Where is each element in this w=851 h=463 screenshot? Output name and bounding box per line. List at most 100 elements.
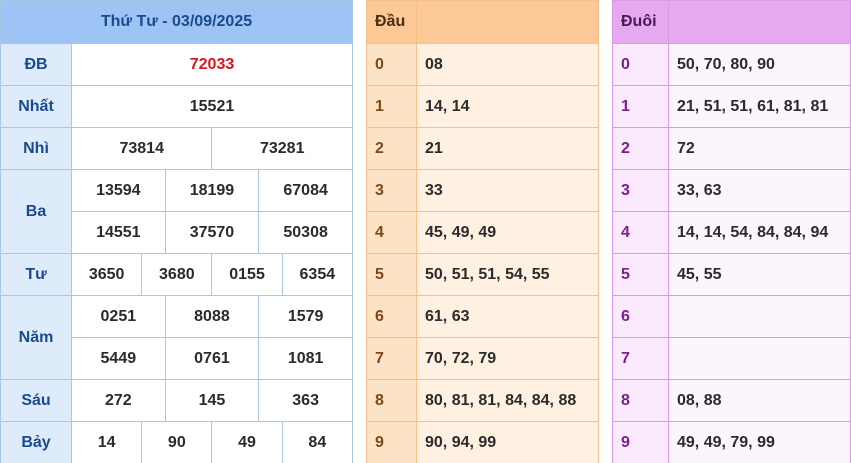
dau-row: 0 08 [366, 43, 599, 86]
prize-row-bay: Bảy 14 90 49 84 [0, 421, 354, 463]
dau-key: 7 [366, 337, 417, 380]
prize-ba-number: 67084 [258, 169, 353, 212]
duoi-key: 0 [612, 43, 669, 86]
prize-row-ba: Ba 13594 18199 67084 [0, 169, 353, 254]
duoi-value [668, 295, 851, 338]
prize-nam-number: 8088 [164, 295, 260, 338]
prize-nam-number: 0251 [71, 295, 166, 338]
lottery-results-page: Thứ Tư - 03/09/2025 ĐB 72033 Nhất 15521 … [0, 0, 851, 463]
duoi-row: 3 33, 63 [612, 169, 851, 212]
prize-nhi-number: 73814 [70, 127, 213, 170]
dau-value: 08 [416, 43, 599, 86]
dau-key: 5 [366, 253, 417, 296]
dau-value: 80, 81, 81, 84, 84, 88 [416, 379, 599, 422]
dau-key: 8 [366, 379, 417, 422]
prize-ba-number: 50308 [258, 211, 353, 254]
duoi-table: Đuôi 0 50, 70, 80, 90 1 21, 51, 51, 61, 81… [612, 0, 851, 463]
prize-sau-number: 272 [71, 379, 166, 422]
dau-value: 70, 72, 79 [416, 337, 599, 380]
prize-row-tu: Tư 3650 3680 0155 6354 [0, 253, 354, 296]
duoi-value: 45, 55 [668, 253, 851, 296]
duoi-key: 8 [612, 379, 669, 422]
dau-header-blank [416, 0, 599, 44]
duoi-value: 08, 88 [668, 379, 851, 422]
dau-value: 33 [416, 169, 599, 212]
prize-row-nhi: Nhì 73814 73281 [0, 127, 353, 170]
prize-nam-number: 1081 [258, 337, 353, 380]
dau-value: 45, 49, 49 [416, 211, 599, 254]
prize-label-ba: Ba [0, 169, 72, 254]
prize-label-tu: Tư [0, 253, 72, 296]
dau-key: 3 [366, 169, 417, 212]
dau-row: 3 33 [366, 169, 599, 212]
duoi-value: 33, 63 [668, 169, 851, 212]
duoi-key: 6 [612, 295, 669, 338]
prize-label-nhat: Nhất [0, 85, 72, 128]
dau-key: 2 [366, 127, 417, 170]
dau-row: 2 21 [366, 127, 599, 170]
dau-key: 1 [366, 85, 417, 128]
duoi-value: 21, 51, 51, 61, 81, 81 [668, 85, 851, 128]
duoi-key: 3 [612, 169, 669, 212]
prize-bay-number: 49 [211, 421, 283, 463]
prize-label-nam: Năm [0, 295, 72, 380]
dau-key: 9 [366, 421, 417, 463]
dau-row: 5 50, 51, 51, 54, 55 [366, 253, 599, 296]
dau-value: 21 [416, 127, 599, 170]
duoi-value: 49, 49, 79, 99 [668, 421, 851, 463]
results-header-row: Thứ Tư - 03/09/2025 [0, 0, 353, 44]
dau-value: 61, 63 [416, 295, 599, 338]
duoi-key: 5 [612, 253, 669, 296]
prize-nhi-number: 73281 [211, 127, 353, 170]
dau-row: 8 80, 81, 81, 84, 84, 88 [366, 379, 599, 422]
prize-sau-number: 145 [164, 379, 260, 422]
prize-db-number: 72033 [71, 43, 353, 86]
prize-row-nhat: Nhất 15521 [0, 85, 353, 128]
prize-label-bay: Bảy [0, 421, 72, 463]
duoi-value: 72 [668, 127, 851, 170]
prize-row-sau: Sáu 272 145 363 [0, 379, 353, 422]
prize-bay-number: 90 [141, 421, 213, 463]
prize-ba-number: 37570 [164, 211, 260, 254]
dau-row: 9 90, 94, 99 [366, 421, 599, 463]
duoi-row: 0 50, 70, 80, 90 [612, 43, 851, 86]
results-title: Thứ Tư - 03/09/2025 [0, 0, 353, 44]
duoi-row: 1 21, 51, 51, 61, 81, 81 [612, 85, 851, 128]
dau-key: 6 [366, 295, 417, 338]
dau-row: 6 61, 63 [366, 295, 599, 338]
duoi-key: 9 [612, 421, 669, 463]
dau-key: 0 [366, 43, 417, 86]
dau-header-row: Đầu [366, 0, 599, 44]
duoi-value: 14, 14, 54, 84, 84, 94 [668, 211, 851, 254]
duoi-key: 4 [612, 211, 669, 254]
prize-nhat-number: 15521 [71, 85, 353, 128]
prize-sau-number: 363 [258, 379, 353, 422]
duoi-value: 50, 70, 80, 90 [668, 43, 851, 86]
prize-tu-number: 0155 [211, 253, 283, 296]
dau-value: 90, 94, 99 [416, 421, 599, 463]
dau-title: Đầu [366, 0, 417, 44]
prize-label-db: ĐB [0, 43, 72, 86]
prize-ba-number: 14551 [71, 211, 166, 254]
duoi-title: Đuôi [612, 0, 669, 44]
prize-row-nam: Năm 0251 8088 1579 [0, 295, 353, 380]
duoi-header-blank [668, 0, 851, 44]
prize-bay-number: 14 [70, 421, 143, 463]
prize-tu-number: 3650 [70, 253, 143, 296]
duoi-key: 7 [612, 337, 669, 380]
prize-row-db: ĐB 72033 [0, 43, 353, 86]
duoi-header-row: Đuôi [612, 0, 851, 44]
prize-nam-number: 5449 [71, 337, 166, 380]
dau-value: 50, 51, 51, 54, 55 [416, 253, 599, 296]
dau-row: 4 45, 49, 49 [366, 211, 599, 254]
dau-row: 7 70, 72, 79 [366, 337, 599, 380]
prize-tu-number: 6354 [281, 253, 354, 296]
duoi-row: 9 49, 49, 79, 99 [612, 421, 851, 463]
duoi-row: 7 [612, 337, 851, 380]
duoi-row: 2 72 [612, 127, 851, 170]
dau-row: 1 14, 14 [366, 85, 599, 128]
dau-value: 14, 14 [416, 85, 599, 128]
dau-table: Đầu 0 08 1 14, 14 2 21 3 33 4 45, 49, 49 5 50,… [366, 0, 599, 463]
prize-bay-number: 84 [281, 421, 354, 463]
duoi-key: 2 [612, 127, 669, 170]
